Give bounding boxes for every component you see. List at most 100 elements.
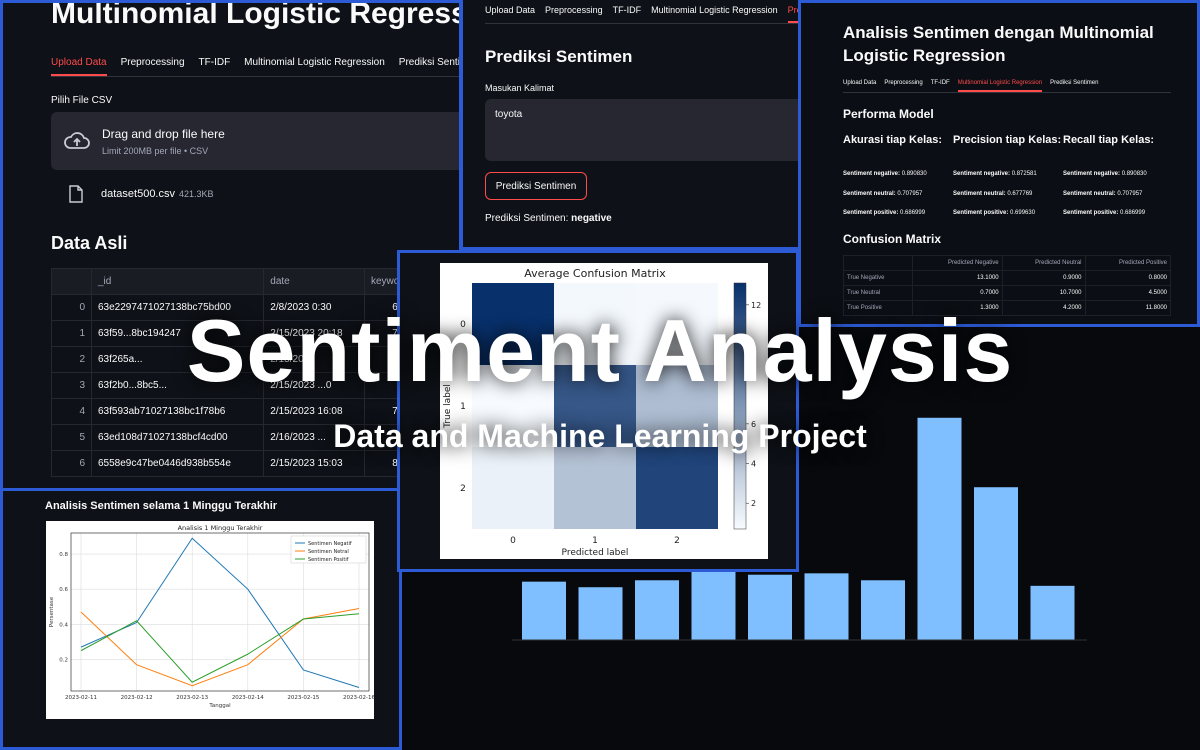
metric-row: Sentiment negative: 0.890830 xyxy=(843,171,953,191)
metric-value: 0.707957 xyxy=(897,190,923,197)
bar xyxy=(804,573,849,640)
metric-label: Sentiment negative: xyxy=(843,171,902,177)
file-size: 421.3KB xyxy=(179,189,214,199)
tab-upload-data[interactable]: Upload Data xyxy=(51,57,107,76)
tab-upload-data[interactable]: Upload Data xyxy=(843,80,876,92)
legend-label: Sentimen Netral xyxy=(308,549,349,555)
weekly-analysis-heading: Analisis Sentimen selama 1 Minggu Terakh… xyxy=(45,500,278,512)
tab-mlr[interactable]: Multinomial Logistic Regression xyxy=(651,5,778,23)
x-tick-label: 2023-02-12 xyxy=(121,695,153,701)
colorbar-tick-label: 2 xyxy=(751,499,756,508)
input-label: Masukan Kalimat xyxy=(485,83,555,93)
x-tick-label: 2023-02-15 xyxy=(287,695,319,701)
column-header: _id xyxy=(90,268,265,295)
tab-upload-data[interactable]: Upload Data xyxy=(485,5,535,23)
column-header xyxy=(842,255,914,271)
column-header: Predicted Neutral xyxy=(1001,255,1086,271)
x-tick-label: 2023-02-11 xyxy=(65,695,97,701)
column-header: Predicted Positive xyxy=(1084,255,1172,271)
result-label: Prediksi Sentimen: xyxy=(485,213,569,224)
x-tick-label: 0 xyxy=(510,536,516,546)
metric-value: 0.677769 xyxy=(1007,190,1033,197)
confusion-matrix-heading: Confusion Matrix xyxy=(843,232,941,246)
prediction-title: Prediksi Sentimen xyxy=(485,47,633,66)
y-axis-label: Persentase xyxy=(49,596,55,627)
row-label: True Neutral xyxy=(842,285,914,301)
line-chart-container: Analisis 1 Minggu Terakhir 0.2 0.4 0.6 0.8 20… xyxy=(46,521,375,719)
x-tick-label: 1 xyxy=(592,536,598,546)
x-tick-label: 2023-02-16 xyxy=(343,695,374,701)
x-tick-label: 2023-02-13 xyxy=(176,695,208,701)
metric-row: Sentiment negative: 0.872581 xyxy=(953,171,1063,191)
metric-column-heading: Precision tiap Kelas: xyxy=(953,134,1062,146)
sentence-input[interactable]: toyota xyxy=(485,99,802,161)
metric-label: Sentiment positive: xyxy=(1063,210,1121,216)
table-cell: 10.7000 xyxy=(1001,285,1086,301)
prediction-panel: Upload Data Preprocessing TF-IDF Multino… xyxy=(460,0,805,250)
metric-label: Sentiment negative: xyxy=(1063,171,1122,177)
tab-mlr[interactable]: Multinomial Logistic Regression xyxy=(244,57,385,76)
row-label: True Negative xyxy=(842,270,914,286)
uploaded-file: dataset500.csv 421.3KB xyxy=(69,185,214,203)
cloud-upload-icon xyxy=(64,132,90,149)
bar xyxy=(635,580,679,640)
weekly-analysis-panel: Analisis Sentimen selama 1 Minggu Terakh… xyxy=(0,488,402,750)
tab-preprocessing[interactable]: Preprocessing xyxy=(121,57,185,76)
x-tick-label: 2023-02-14 xyxy=(232,695,264,701)
metric-column: Precision tiap Kelas: Sentiment negative:… xyxy=(953,133,1063,230)
tab-mlr[interactable]: Multinomial Logistic Regression xyxy=(957,80,1043,92)
legend-label: Sentimen Positif xyxy=(308,557,349,563)
prediction-result: Prediksi Sentimen: negative xyxy=(485,213,612,224)
metric-value: 0.699630 xyxy=(1010,210,1036,216)
y-tick-label: 0.6 xyxy=(59,587,68,593)
table-cell: 13.1000 xyxy=(912,270,1003,286)
metric-label: Sentiment neutral: xyxy=(843,190,898,197)
metric-value: 0.686999 xyxy=(1120,210,1146,216)
column-header xyxy=(51,268,92,295)
tab-preprocessing[interactable]: Preprocessing xyxy=(545,5,603,23)
legend: Sentimen Negatif Sentimen Netral Sentimen … xyxy=(290,535,367,564)
bar xyxy=(748,574,792,640)
bar xyxy=(974,487,1018,640)
bar xyxy=(578,587,623,640)
predict-button[interactable]: Prediksi Sentimen xyxy=(485,172,587,200)
y-tick-label: 0.4 xyxy=(59,622,68,628)
performance-app-title: Analisis Sentimen dengan Multinomial Log… xyxy=(843,23,1154,65)
column-header: Predicted Negative xyxy=(912,255,1003,271)
file-dropzone[interactable]: Drag and drop file here Limit 200MB per … xyxy=(51,112,459,170)
metric-row: Sentiment negative: 0.890830 xyxy=(1063,171,1173,191)
file-name: dataset500.csv xyxy=(101,188,175,200)
table-cell: 0.8000 xyxy=(1084,270,1172,286)
metric-column-heading: Recall tiap Kelas: xyxy=(1063,134,1155,146)
metric-label: Sentiment neutral: xyxy=(1063,190,1118,197)
tab-tfidf[interactable]: TF-IDF xyxy=(199,57,231,76)
dropzone-text: Drag and drop file here xyxy=(102,127,225,141)
tab-tfidf[interactable]: TF-IDF xyxy=(613,5,642,23)
y-tick-label: 1 xyxy=(460,402,466,412)
tab-tfidf[interactable]: TF-IDF xyxy=(931,80,950,92)
bar xyxy=(1030,585,1075,640)
tab-preprocessing[interactable]: Preprocessing xyxy=(884,80,922,92)
heatmap-cell xyxy=(636,447,718,529)
file-label: Pilih File CSV xyxy=(51,95,113,106)
metric-value: 0.890830 xyxy=(901,171,927,177)
colorbar-tick-label: 4 xyxy=(751,460,756,469)
metric-value: 0.872581 xyxy=(1011,171,1037,177)
tab-prediksi[interactable]: Prediksi Sentimen xyxy=(399,57,459,76)
x-tick-label: 2 xyxy=(674,536,680,546)
metric-value: 0.890830 xyxy=(1121,171,1147,177)
metric-column: Akurasi tiap Kelas: Sentiment negative: 0… xyxy=(843,133,953,230)
heatmap-title: Average Confusion Matrix xyxy=(524,267,666,280)
metric-row: Sentiment neutral: 0.707957 xyxy=(843,191,953,211)
tab-bar: Upload Data Preprocessing TF-IDF Multino… xyxy=(843,80,1171,93)
bar xyxy=(861,580,905,640)
metric-label: Sentiment positive: xyxy=(953,210,1011,216)
legend-label: Sentimen Negatif xyxy=(308,541,352,547)
table-row: True Neutral 0.7000 10.7000 4.5000 xyxy=(842,285,1172,301)
dropzone-limit: Limit 200MB per file • CSV xyxy=(102,146,209,156)
y-tick-label: 0.8 xyxy=(59,552,68,558)
metric-column-heading: Akurasi tiap Kelas: xyxy=(843,134,943,146)
tab-prediksi[interactable]: Prediksi Sentimen xyxy=(1050,80,1098,92)
y-tick-label: 0.2 xyxy=(59,657,68,663)
metric-row: Sentiment positive: 0.686999 xyxy=(1063,210,1173,230)
